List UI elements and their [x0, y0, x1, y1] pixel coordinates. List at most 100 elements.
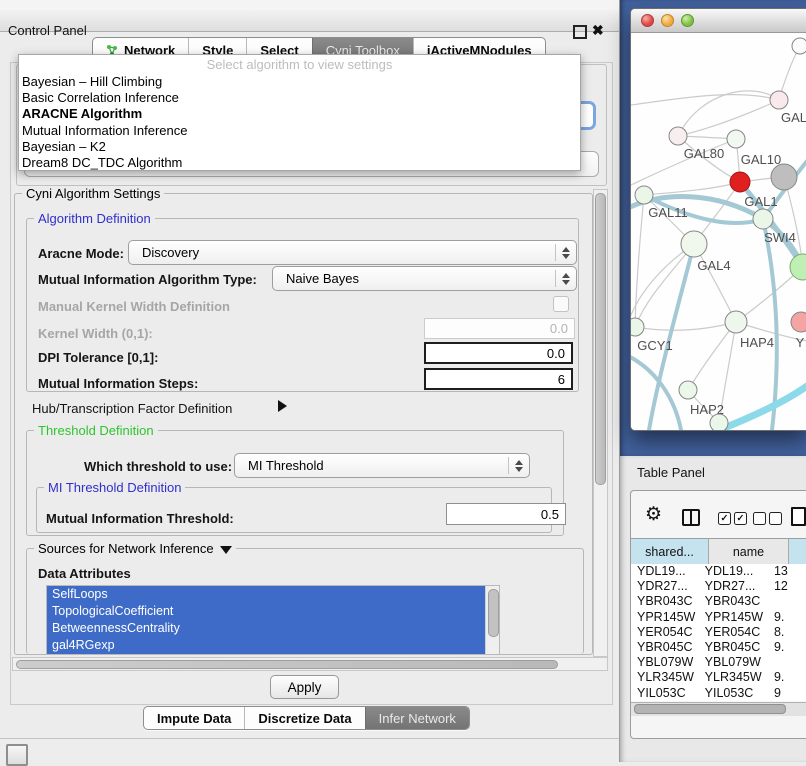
table-row[interactable]: YDL19...YDL19...13 [631, 564, 806, 579]
minimize-traffic-light-icon[interactable] [661, 14, 674, 27]
table-cell: YER054C [631, 625, 699, 640]
table-cell: YPR145W [699, 610, 768, 625]
table-cell: 9. [768, 610, 806, 625]
node-label-y-node: Y [796, 335, 805, 350]
manual-kernel-checkbox[interactable] [553, 296, 569, 312]
close-traffic-light-icon[interactable] [641, 14, 654, 27]
attribute-item-selected[interactable]: SelfLoops [47, 586, 499, 603]
network-view-window: GALGAL80GAL10GAL1GAL11SWI4GAL4GCY1HAP4YH… [630, 8, 806, 431]
table-header-row: shared...name [631, 538, 806, 565]
network-node-hap2[interactable] [679, 381, 697, 399]
tab-infer-network[interactable]: Infer Network [365, 707, 469, 729]
table-cell: YDR27... [631, 579, 699, 594]
attributes-list-scrollbar[interactable] [485, 586, 499, 654]
hub-definition-label[interactable]: Hub/Transcription Factor Definition [32, 401, 232, 416]
expand-arrow-icon[interactable] [278, 400, 287, 412]
algorithm-option[interactable]: ARACNE Algorithm [19, 106, 580, 122]
mi-threshold-input[interactable]: 0.5 [446, 503, 566, 525]
table-cell: 8. [768, 625, 806, 640]
settings-horizontal-scrollbar[interactable] [12, 657, 608, 671]
network-node-gal11[interactable] [635, 186, 653, 204]
table-cell [768, 594, 806, 609]
dpi-tolerance-input[interactable]: 0.0 [424, 342, 573, 364]
float-window-icon[interactable] [573, 25, 587, 39]
cyni-algorithm-settings-title: Cyni Algorithm Settings [22, 186, 164, 201]
collapse-arrow-icon [220, 546, 232, 554]
algorithm-option[interactable]: Mutual Information Inference [19, 123, 580, 139]
table-row[interactable]: YER054CYER054C8. [631, 625, 806, 640]
control-panel-window: Control Panel ✖ NetworkStyleSelectCyni T… [0, 0, 620, 762]
table-cell: YDL19... [699, 564, 768, 579]
combo-arrows-icon [555, 244, 576, 260]
table-cell: YBR043C [631, 594, 699, 609]
network-node-node-top[interactable] [792, 38, 806, 54]
table-cell: 9 [768, 686, 806, 701]
mi-steps-label: Mutual Information Steps: [38, 376, 198, 391]
algorithm-option[interactable]: Bayesian – Hill Climbing [19, 74, 580, 90]
mi-threshold-label: Mutual Information Threshold: [46, 511, 234, 526]
node-label-gcy1: GCY1 [637, 338, 672, 353]
network-node-node-bottom[interactable] [710, 414, 728, 430]
network-node-gal2[interactable] [770, 91, 788, 109]
gear-icon[interactable]: ⚙ [645, 505, 662, 524]
column-header[interactable]: shared... [631, 539, 709, 564]
apply-button[interactable]: Apply [270, 675, 339, 699]
table-cell: YBL079W [631, 655, 699, 670]
deselect-all-icon[interactable] [753, 512, 782, 525]
network-window-titlebar[interactable] [631, 9, 806, 33]
zoom-traffic-light-icon[interactable] [681, 14, 694, 27]
network-canvas[interactable]: GALGAL80GAL10GAL1GAL11SWI4GAL4GCY1HAP4YH… [631, 33, 806, 430]
network-node-gal1[interactable] [730, 172, 750, 192]
network-node-hap4[interactable] [725, 311, 747, 333]
attribute-item-selected[interactable]: TopologicalCoefficient [47, 603, 499, 620]
tab-discretize-data[interactable]: Discretize Data [244, 707, 364, 729]
table-row[interactable]: YPR145WYPR145W9. [631, 610, 806, 625]
table-row[interactable]: YLR345WYLR345W9. [631, 670, 806, 685]
sources-title[interactable]: Sources for Network Inference [34, 541, 236, 556]
table-panel-title: Table Panel [637, 465, 705, 480]
algorithm-dropdown-prompt: Select algorithm to view settings [19, 55, 580, 74]
network-node-gal4[interactable] [681, 231, 707, 257]
network-edge [719, 386, 806, 430]
table-row[interactable]: YDR27...YDR27...12 [631, 579, 806, 594]
network-node-gal10[interactable] [727, 130, 745, 148]
mi-steps-input[interactable]: 6 [424, 368, 573, 390]
table-row[interactable]: YBL079WYBL079W [631, 655, 806, 670]
table-cell: 9. [768, 640, 806, 655]
table-row[interactable]: YIL053CYIL053C9 [631, 686, 806, 701]
split-columns-icon[interactable] [682, 509, 700, 526]
network-node-gray-node[interactable] [771, 164, 797, 190]
table-row[interactable]: YBR045CYBR045C9. [631, 640, 806, 655]
attribute-item-selected[interactable]: BetweennessCentrality [47, 620, 499, 637]
table-row[interactable]: YBR043CYBR043C [631, 594, 806, 609]
algorithm-option[interactable]: Basic Correlation Inference [19, 90, 580, 106]
algorithm-option[interactable]: Dream8 DC_TDC Algorithm [19, 155, 580, 171]
network-node-gal80[interactable] [669, 127, 687, 145]
which-threshold-select[interactable]: MI Threshold [234, 453, 530, 478]
data-attributes-list[interactable]: SelfLoopsTopologicalCoefficientBetweenne… [46, 585, 500, 655]
column-header[interactable] [789, 539, 806, 564]
network-node-gcy1[interactable] [631, 318, 644, 336]
aracne-mode-select[interactable]: Discovery [128, 240, 577, 265]
column-header[interactable]: name [709, 539, 789, 564]
tab-impute-data[interactable]: Impute Data [144, 707, 244, 729]
table-cell: YLR345W [699, 670, 768, 685]
algorithm-option[interactable]: Bayesian – K2 [19, 139, 580, 155]
table-cell: YBR043C [699, 594, 768, 609]
network-edge [678, 91, 779, 136]
file-icon[interactable] [791, 507, 806, 526]
node-label-gal4: GAL4 [697, 258, 730, 273]
collapsed-panel-button[interactable] [6, 744, 28, 766]
network-node-y-node[interactable] [791, 312, 806, 332]
select-all-checked-icon[interactable]: ✓✓ [718, 512, 747, 525]
network-edge [635, 322, 736, 330]
network-edge [644, 182, 740, 195]
control-panel-titlebar: Control Panel ✖ [0, 10, 619, 32]
attribute-item-selected[interactable]: gal4RGexp [47, 637, 499, 654]
close-icon[interactable]: ✖ [592, 21, 604, 39]
settings-vertical-scrollbar[interactable] [593, 189, 608, 657]
table-scrollbar-thumb[interactable] [634, 704, 786, 714]
mi-type-select[interactable]: Naive Bayes [272, 266, 577, 291]
network-node-swi4[interactable] [753, 209, 773, 229]
kernel-width-input[interactable]: 0.0 [424, 318, 575, 339]
